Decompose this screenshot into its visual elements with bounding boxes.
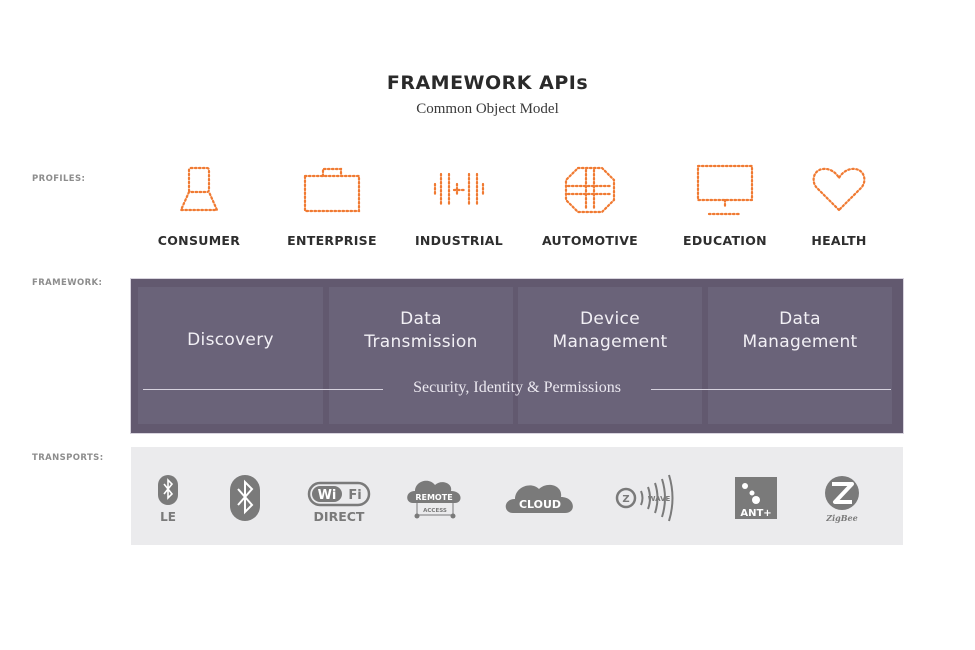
cloud-icon: CLOUD [505,484,573,513]
framework-panel-device-management: Device Management [518,287,702,424]
transports-row-label: TRANSPORTS: [32,453,104,463]
profile-consumer: CONSUMER [134,160,264,248]
transport-bluetooth-le: LE [153,473,183,529]
ant-plus-icon: ANT+ [735,477,777,519]
transport-remote-access: REMOTE ACCESS [403,473,467,529]
z-wave-icon: Z WAVE [615,474,674,522]
profile-label: AUTOMOTIVE [541,233,639,248]
briefcase-icon [303,167,361,213]
transport-z-wave: Z WAVE [613,473,693,529]
panel-label-line1: Data [779,309,821,329]
panel-label-line1: Device [580,309,640,329]
framework-row-label: FRAMEWORK: [32,278,103,288]
panel-label-line2: Transmission [364,332,478,352]
profile-automotive: AUTOMOTIVE [525,160,655,248]
framework-panel-data-management: Data Management [708,287,892,424]
framework-block: Discovery Data Transmission Device Manag… [131,279,903,433]
framework-panel-discovery: Discovery [138,287,323,424]
diagram-subtitle: Common Object Model [416,101,559,117]
transports-block: LE Wi Fi DIRECT REMOTE ACCESS CLOUD Z WA… [131,447,903,545]
profile-health: HEALTH [774,160,904,248]
diagram-title: FRAMEWORK APIs [386,72,589,94]
profiles-row-label: PROFILES: [32,174,86,184]
transport-label: ZigBee [825,513,857,523]
transport-label: ANT+ [740,508,771,519]
bluetooth-icon [230,475,260,521]
wifi-badge-left: Wi [318,488,337,503]
zwave-badge: Z [622,494,629,505]
transport-wifi-direct: Wi Fi DIRECT [305,473,375,529]
framework-panel-data-transmission: Data Transmission [329,287,513,424]
transport-ant-plus: ANT+ [733,473,779,529]
profile-label: HEALTH [811,233,867,248]
transport-label: WAVE [648,495,671,503]
profile-label: CONSUMER [157,233,241,248]
profile-label: ENTERPRISE [287,233,377,248]
security-label: Security, Identity & Permissions [413,379,621,396]
cloud-icon: REMOTE ACCESS [407,480,461,519]
transport-zigbee: ZigBee [819,473,865,529]
panel-label: Discovery [187,330,274,350]
bluetooth-icon: LE [158,475,178,524]
transport-label: CLOUD [519,498,561,511]
profile-industrial: INDUSTRIAL [394,160,524,248]
panel-label-line1: Data [400,309,442,329]
transport-bluetooth [227,473,263,529]
wifi-logo-icon: Wi Fi DIRECT [307,481,371,524]
profile-enterprise: ENTERPRISE [267,160,397,248]
transport-cloud: CLOUD [503,473,579,529]
monitor-icon [696,164,754,216]
person-icon [179,166,219,212]
wifi-badge-right: Fi [348,488,361,503]
profile-label: INDUSTRIAL [414,233,504,248]
industrial-gear-icon [433,172,485,208]
heart-icon [812,167,866,212]
profile-education: EDUCATION [660,160,790,248]
zigbee-icon: ZigBee [825,476,859,523]
profile-label: EDUCATION [683,233,767,248]
transport-label: LE [160,510,176,524]
transport-label: ACCESS [423,508,447,514]
panel-label-line2: Management [552,332,668,352]
remote-badge: REMOTE [415,493,452,502]
panel-label-line2: Management [742,332,858,352]
transport-label: DIRECT [314,509,365,524]
steering-wheel-icon [564,166,616,214]
